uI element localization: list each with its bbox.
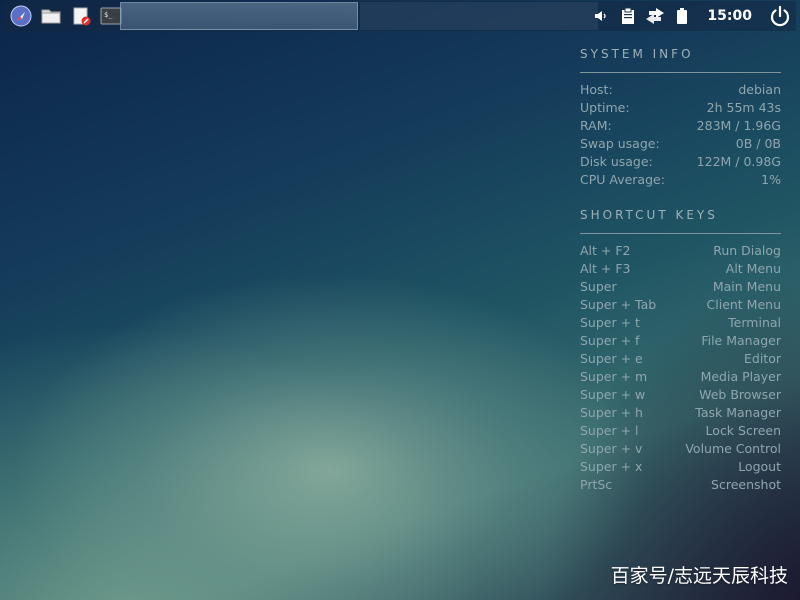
shortcut-action: Terminal (728, 315, 781, 330)
system-info-row: Swap usage: 0B / 0B (580, 135, 781, 153)
shortcut-key: Super + m (580, 369, 648, 384)
system-tray: 15:00 (591, 1, 796, 31)
shortcut-key: PrtSc (580, 477, 613, 492)
clock[interactable]: 15:00 (707, 8, 752, 24)
terminal-icon: $_ (100, 5, 122, 27)
shortcut-key: Super + v (580, 441, 643, 456)
power-icon[interactable] (768, 4, 792, 28)
shortcut-row: Super + l Lock Screen (580, 422, 781, 440)
system-info-row: RAM: 283M / 1.96G (580, 117, 781, 135)
shortcut-key: Alt + F2 (580, 243, 631, 258)
shortcut-row: Alt + F3 Alt Menu (580, 260, 781, 278)
system-info-row: Uptime: 2h 55m 43s (580, 99, 781, 117)
system-info-value: debian (738, 82, 781, 97)
shortcut-key: Super + w (580, 387, 646, 402)
launcher-text-editor[interactable] (68, 3, 94, 29)
clipboard-icon[interactable] (618, 6, 638, 26)
shortcut-row: Super Main Menu (580, 278, 781, 296)
text-editor-icon (70, 5, 92, 27)
shortcut-key: Super + t (580, 315, 640, 330)
system-info-row: Host: debian (580, 81, 781, 99)
shortcut-action: Main Menu (712, 279, 781, 294)
system-info-label: RAM: (580, 118, 612, 133)
shortcut-key: Super + e (580, 351, 643, 366)
divider (580, 233, 781, 234)
shortcut-row: Super + m Media Player (580, 368, 781, 386)
network-icon[interactable] (645, 6, 665, 26)
system-info-label: Disk usage: (580, 154, 653, 169)
watermark-text: 百家号/志远天辰科技 (610, 565, 788, 587)
system-info-value: 0B / 0B (735, 136, 781, 151)
system-info-title: SYSTEM INFO (580, 47, 694, 61)
battery-icon[interactable] (672, 6, 692, 26)
shortcut-row: PrtSc Screenshot (580, 476, 781, 494)
system-info-label: Uptime: (580, 100, 630, 115)
shortcut-action: Run Dialog (713, 243, 781, 258)
shortcut-action: File Manager (701, 333, 781, 348)
taskbar-button-active[interactable] (120, 2, 358, 30)
system-info-list: Host: debian Uptime: 2h 55m 43s RAM: 283… (580, 81, 781, 189)
web-browser-icon (10, 5, 32, 27)
shortcut-key: Super + h (580, 405, 643, 420)
system-info-label: Host: (580, 82, 613, 97)
system-info-row: CPU Average: 1% (580, 171, 781, 189)
launcher-web-browser[interactable] (8, 3, 34, 29)
taskbar (120, 1, 600, 31)
shortcut-row: Super + w Web Browser (580, 386, 781, 404)
file-manager-icon (40, 5, 62, 27)
volume-icon[interactable] (591, 6, 611, 26)
system-info-value: 283M / 1.96G (696, 118, 781, 133)
shortcut-row: Super + v Volume Control (580, 440, 781, 458)
shortcut-action: Web Browser (699, 387, 781, 402)
system-info-row: Disk usage: 122M / 0.98G (580, 153, 781, 171)
shortcut-key: Super + l (580, 423, 639, 438)
shortcut-action: Client Menu (706, 297, 781, 312)
shortcut-row: Super + h Task Manager (580, 404, 781, 422)
shortcut-row: Super + Tab Client Menu (580, 296, 781, 314)
shortcut-row: Super + f File Manager (580, 332, 781, 350)
shortcut-action: Task Manager (695, 405, 781, 420)
shortcut-keys-title: SHORTCUT KEYS (580, 208, 718, 222)
system-info-value: 2h 55m 43s (706, 100, 781, 115)
svg-text:$_: $_ (104, 11, 113, 19)
shortcut-row: Super + x Logout (580, 458, 781, 476)
shortcut-action: Editor (744, 351, 781, 366)
top-panel: $_ 15:00 (4, 1, 796, 31)
shortcut-row: Super + e Editor (580, 350, 781, 368)
system-info-label: CPU Average: (580, 172, 665, 187)
shortcut-key: Super (580, 279, 617, 294)
launcher-file-manager[interactable] (38, 3, 64, 29)
shortcut-key: Alt + F3 (580, 261, 631, 276)
shortcut-row: Alt + F2 Run Dialog (580, 242, 781, 260)
system-info-value: 1% (761, 172, 781, 187)
shortcut-key: Super + Tab (580, 297, 657, 312)
shortcut-key: Super + x (580, 459, 643, 474)
taskbar-area[interactable] (360, 2, 598, 30)
divider (580, 72, 781, 73)
system-info-value: 122M / 0.98G (696, 154, 781, 169)
desktop[interactable]: $_ 15:00 SYSTEM INFO Host: debian Uptime… (0, 0, 800, 600)
shortcut-row: Super + t Terminal (580, 314, 781, 332)
shortcut-keys-list: Alt + F2 Run Dialog Alt + F3 Alt Menu Su… (580, 242, 781, 494)
shortcut-key: Super + f (580, 333, 640, 348)
shortcut-action: Volume Control (685, 441, 781, 456)
shortcut-action: Lock Screen (705, 423, 781, 438)
conky-panel: SYSTEM INFO Host: debian Uptime: 2h 55m … (580, 40, 781, 494)
system-info-label: Swap usage: (580, 136, 660, 151)
shortcut-action: Logout (738, 459, 781, 474)
shortcut-action: Media Player (700, 369, 781, 384)
shortcut-action: Screenshot (711, 477, 781, 492)
shortcut-action: Alt Menu (725, 261, 781, 276)
